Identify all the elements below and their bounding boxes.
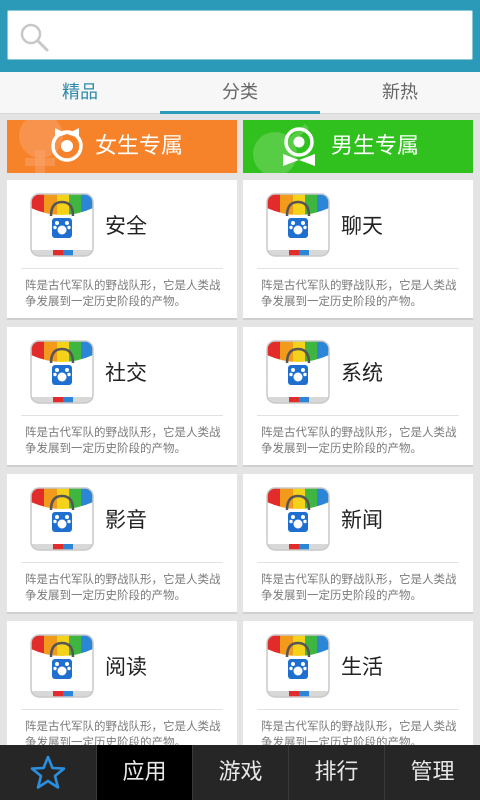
nav-ranking[interactable]: 排行 xyxy=(288,745,384,800)
app-store-bag-icon xyxy=(266,634,330,698)
category-description: 阵是古代军队的野战队形，它是人类战争发展到一定历史阶段的产物。 xyxy=(261,572,457,602)
category-title: 安全 xyxy=(105,214,147,238)
app-store-bag-icon xyxy=(266,487,330,551)
tab-featured[interactable]: 精品 xyxy=(0,72,160,113)
category-title: 影音 xyxy=(105,508,147,532)
app-store-bag-icon xyxy=(30,193,94,257)
divider xyxy=(257,709,459,710)
divider xyxy=(21,562,223,563)
app-store-bag-icon xyxy=(30,340,94,404)
search-box[interactable] xyxy=(7,10,473,60)
divider xyxy=(257,268,459,269)
female-symbol-icon xyxy=(19,120,83,173)
nav-games[interactable]: 游戏 xyxy=(192,745,288,800)
category-card[interactable]: 聊天 阵是古代军队的野战队形，它是人类战争发展到一定历史阶段的产物。 xyxy=(243,180,473,320)
nav-favorites[interactable] xyxy=(0,745,96,800)
category-card[interactable]: 新闻 阵是古代军队的野战队形，它是人类战争发展到一定历史阶段的产物。 xyxy=(243,474,473,614)
category-description: 阵是古代军队的野战队形，它是人类战争发展到一定历史阶段的产物。 xyxy=(25,425,221,455)
female-exclusive-banner[interactable]: 女生专属 xyxy=(7,120,237,173)
category-description: 阵是古代军队的野战队形，它是人类战争发展到一定历史阶段的产物。 xyxy=(261,425,457,455)
nav-apps[interactable]: 应用 xyxy=(96,745,192,800)
search-input[interactable] xyxy=(60,11,460,59)
divider xyxy=(257,562,459,563)
category-title: 新闻 xyxy=(341,508,383,532)
divider xyxy=(21,268,223,269)
category-title: 聊天 xyxy=(341,214,383,238)
tab-bar: 精品 分类 新热 xyxy=(0,72,480,114)
divider xyxy=(21,415,223,416)
nav-manage[interactable]: 管理 xyxy=(384,745,480,800)
male-exclusive-banner[interactable]: 男生专属 xyxy=(243,120,473,173)
category-description: 阵是古代军队的野战队形，它是人类战争发展到一定历史阶段的产物。 xyxy=(25,278,221,308)
category-card[interactable]: 社交 阵是古代军队的野战队形，它是人类战争发展到一定历史阶段的产物。 xyxy=(7,327,237,467)
category-title: 系统 xyxy=(341,361,383,385)
tab-categories[interactable]: 分类 xyxy=(160,72,320,114)
category-description: 阵是古代军队的野战队形，它是人类战争发展到一定历史阶段的产物。 xyxy=(25,572,221,602)
category-card[interactable]: 影音 阵是古代军队的野战队形，它是人类战争发展到一定历史阶段的产物。 xyxy=(7,474,237,614)
category-title: 社交 xyxy=(105,361,147,385)
category-card[interactable]: 安全 阵是古代军队的野战队形，它是人类战争发展到一定历史阶段的产物。 xyxy=(7,180,237,320)
category-title: 生活 xyxy=(341,655,383,679)
male-symbol-icon xyxy=(253,124,315,173)
divider xyxy=(257,415,459,416)
male-banner-label: 男生专属 xyxy=(331,134,420,159)
tab-new-hot[interactable]: 新热 xyxy=(320,72,480,113)
search-bar xyxy=(0,0,480,72)
bottom-nav: 应用 游戏 排行 管理 xyxy=(0,745,480,800)
category-title: 阅读 xyxy=(105,655,147,679)
app-store-bag-icon xyxy=(30,634,94,698)
app-store-bag-icon xyxy=(266,193,330,257)
search-icon[interactable] xyxy=(18,21,50,53)
category-card[interactable]: 系统 阵是古代军队的野战队形，它是人类战争发展到一定历史阶段的产物。 xyxy=(243,327,473,467)
category-description: 阵是古代军队的野战队形，它是人类战争发展到一定历史阶段的产物。 xyxy=(261,278,457,308)
app-store-bag-icon xyxy=(266,340,330,404)
category-card[interactable]: 生活 阵是古代军队的野战队形，它是人类战争发展到一定历史阶段的产物。 xyxy=(243,621,473,761)
divider xyxy=(21,709,223,710)
app-store-bag-icon xyxy=(30,487,94,551)
category-card[interactable]: 阅读 阵是古代军队的野战队形，它是人类战争发展到一定历史阶段的产物。 xyxy=(7,621,237,761)
female-banner-label: 女生专属 xyxy=(95,134,184,159)
star-icon xyxy=(30,755,66,789)
